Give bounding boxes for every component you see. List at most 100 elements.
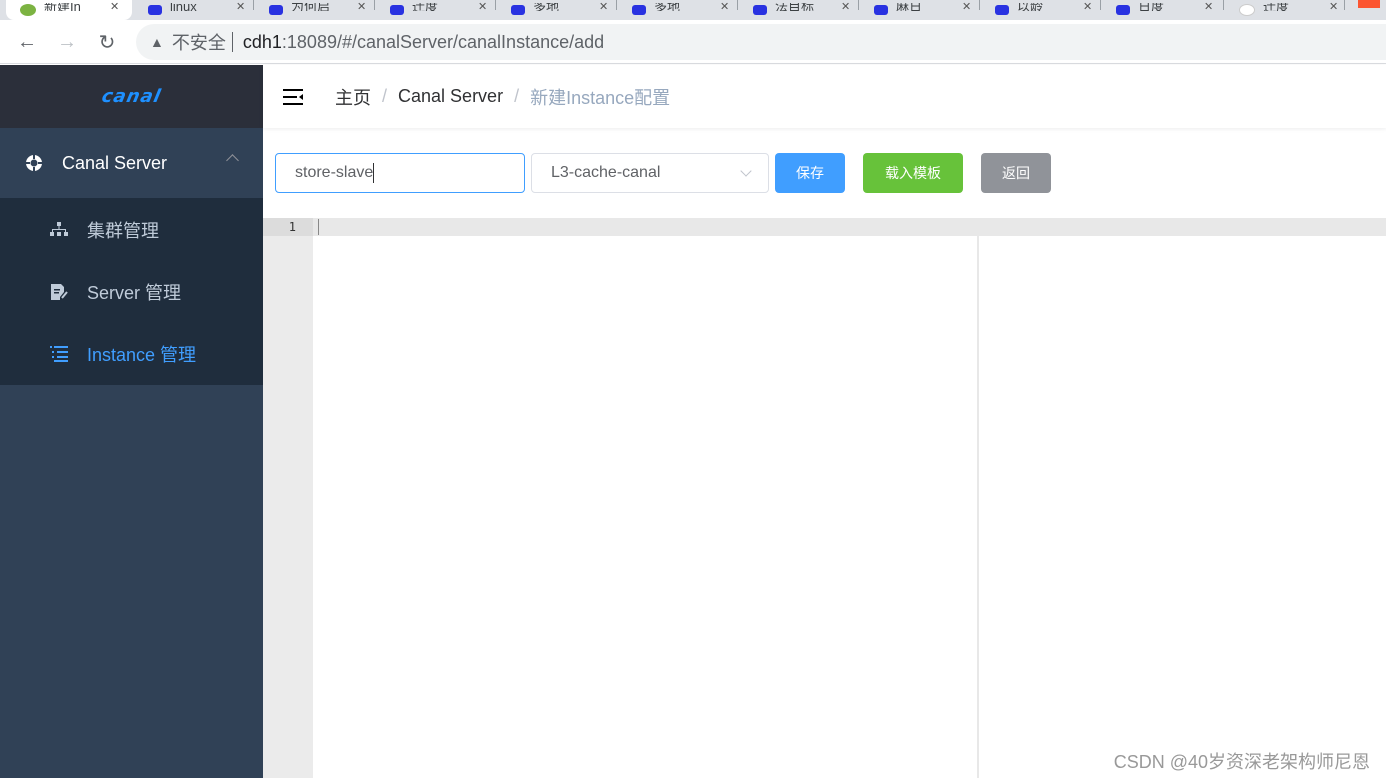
- browser-tab[interactable]: 多地 ✕: [497, 0, 615, 20]
- tab-label: 法目标: [775, 3, 815, 11]
- close-icon[interactable]: ✕: [1329, 0, 1338, 13]
- browser-tab[interactable]: 日度 ✕: [1102, 0, 1222, 20]
- sidebar-item-label: 集群管理: [87, 220, 159, 241]
- reload-icon[interactable]: ↻: [94, 29, 120, 55]
- hamburger-icon[interactable]: [283, 87, 305, 107]
- close-icon[interactable]: ✕: [599, 0, 608, 13]
- text-caret: [373, 163, 375, 183]
- tab-divider: [374, 0, 375, 10]
- chevron-up-icon: [226, 154, 239, 167]
- close-icon[interactable]: ✕: [478, 0, 487, 13]
- tab-divider: [616, 0, 617, 10]
- tab-label: 迁度: [412, 3, 439, 11]
- logo-bar: canal: [0, 65, 263, 128]
- baidu-icon: [874, 5, 888, 15]
- instance-list-icon: [50, 345, 68, 363]
- back-arrow-icon[interactable]: ←: [14, 29, 40, 55]
- baidu-icon: [995, 5, 1009, 15]
- sidebar-item-label: Server 管理: [87, 283, 182, 303]
- breadcrumb-separator: /: [382, 86, 388, 106]
- baidu-icon: [148, 5, 162, 15]
- site-icon: [1239, 4, 1255, 16]
- tab-label: 为何启: [291, 3, 331, 11]
- back-button[interactable]: 返回: [981, 153, 1051, 193]
- canal-leaf-icon: [20, 4, 36, 16]
- security-label[interactable]: 不安全: [172, 29, 226, 55]
- close-icon[interactable]: ✕: [110, 0, 119, 13]
- csdn-tab-icon[interactable]: [1358, 0, 1380, 8]
- url-text[interactable]: cdh1:18089/#/canalServer/canalInstance/a…: [243, 32, 604, 53]
- line-number: 1: [288, 220, 296, 234]
- sidebar-item-label: Instance 管理: [87, 345, 197, 365]
- load-template-button[interactable]: 载入模板: [863, 153, 963, 193]
- browser-tab[interactable]: 迁度 ✕: [1225, 0, 1343, 20]
- cluster-select[interactable]: L3-cache-canal: [531, 153, 769, 193]
- tab-label: 日度: [1138, 3, 1165, 11]
- browser-tab[interactable]: linux ✕: [134, 0, 252, 20]
- close-icon[interactable]: ✕: [357, 0, 366, 13]
- close-icon[interactable]: ✕: [841, 0, 850, 13]
- browser-tab[interactable]: 以龄 ✕: [981, 0, 1099, 20]
- editor-gutter: [263, 218, 313, 778]
- breadcrumb: 主页 / Canal Server / 新建Instance配置: [335, 84, 670, 110]
- browser-tab[interactable]: 多地 ✕: [618, 0, 736, 20]
- close-icon[interactable]: ✕: [720, 0, 729, 13]
- navbar: 主页 / Canal Server / 新建Instance配置: [263, 65, 1386, 128]
- browser-tab[interactable]: 法目标 ✕: [739, 0, 857, 20]
- tab-label: 迁度: [1263, 3, 1290, 11]
- baidu-icon: [632, 5, 646, 15]
- active-line-highlight: [263, 218, 1386, 236]
- browser-tab[interactable]: 为何启 ✕: [255, 0, 373, 20]
- baidu-icon: [753, 5, 767, 15]
- baidu-icon: [1116, 5, 1130, 15]
- baidu-icon: [390, 5, 404, 15]
- sidebar-item-server[interactable]: Server 管理: [0, 261, 263, 323]
- url-divider: [231, 32, 233, 52]
- address-bar: ← → ↻ ▲ 不安全 cdh1:18089/#/canalServer/can…: [0, 20, 1386, 64]
- print-margin: [977, 218, 979, 778]
- tab-divider: [253, 0, 254, 10]
- submenu: 集群管理 Server 管理 Instance 管理: [0, 198, 263, 385]
- cluster-tree-icon: [50, 221, 68, 239]
- watermark: CSDN @40岁资深老架构师尼恩: [1113, 752, 1370, 772]
- browser-tab[interactable]: 迁度 ✕: [376, 0, 494, 20]
- tab-divider: [1344, 0, 1345, 10]
- close-icon[interactable]: ✕: [236, 0, 245, 13]
- editor-cursor: [318, 219, 319, 235]
- canal-logo[interactable]: canal: [100, 86, 163, 107]
- browser-tab-active[interactable]: 新建In ✕: [6, 0, 132, 20]
- menu-group-canal-server[interactable]: Canal Server: [0, 128, 263, 198]
- url-path: :18089/#/canalServer/canalInstance/add: [281, 31, 605, 52]
- browser-tab-strip: 新建In ✕ linux ✕ 为何启 ✕ 迁度 ✕ 多地 ✕ 多地 ✕ 法目标 …: [0, 0, 1386, 20]
- canal-server-icon: [25, 154, 43, 172]
- instance-name-input[interactable]: store-slave: [275, 153, 525, 193]
- tab-label: linux: [170, 3, 197, 11]
- close-icon[interactable]: ✕: [1204, 0, 1213, 13]
- instance-form-toolbar: store-slave L3-cache-canal 保存 载入模板 返回: [263, 128, 1386, 218]
- tab-divider: [1100, 0, 1101, 10]
- code-editor[interactable]: 1: [263, 218, 1386, 778]
- browser-tab[interactable]: 麻日 ✕: [860, 0, 978, 20]
- forward-arrow-icon[interactable]: →: [54, 29, 80, 55]
- close-icon[interactable]: ✕: [962, 0, 971, 13]
- sidebar-item-cluster[interactable]: 集群管理: [0, 198, 263, 261]
- close-icon[interactable]: ✕: [1083, 0, 1092, 13]
- tab-divider: [858, 0, 859, 10]
- breadcrumb-canal-server[interactable]: Canal Server: [398, 86, 503, 107]
- url-input[interactable]: ▲ 不安全 cdh1:18089/#/canalServer/canalInst…: [136, 24, 1386, 60]
- warning-icon[interactable]: ▲: [150, 34, 164, 50]
- menu-group-label: Canal Server: [62, 152, 168, 173]
- sidebar: canal Canal Server 集群管理 Server 管理 Instan…: [0, 65, 263, 778]
- tab-label: 新建In: [44, 3, 81, 11]
- instance-name-value: store-slave: [295, 164, 374, 181]
- save-button[interactable]: 保存: [775, 153, 845, 193]
- tab-divider: [979, 0, 980, 10]
- breadcrumb-home[interactable]: 主页: [335, 84, 371, 110]
- chevron-down-icon: [740, 165, 752, 177]
- tab-label: 麻日: [896, 3, 923, 11]
- sidebar-item-instance[interactable]: Instance 管理: [0, 323, 263, 385]
- tab-divider: [1223, 0, 1224, 10]
- tab-label: 多地: [533, 3, 560, 11]
- tab-label: 多地: [654, 3, 681, 11]
- baidu-icon: [269, 5, 283, 15]
